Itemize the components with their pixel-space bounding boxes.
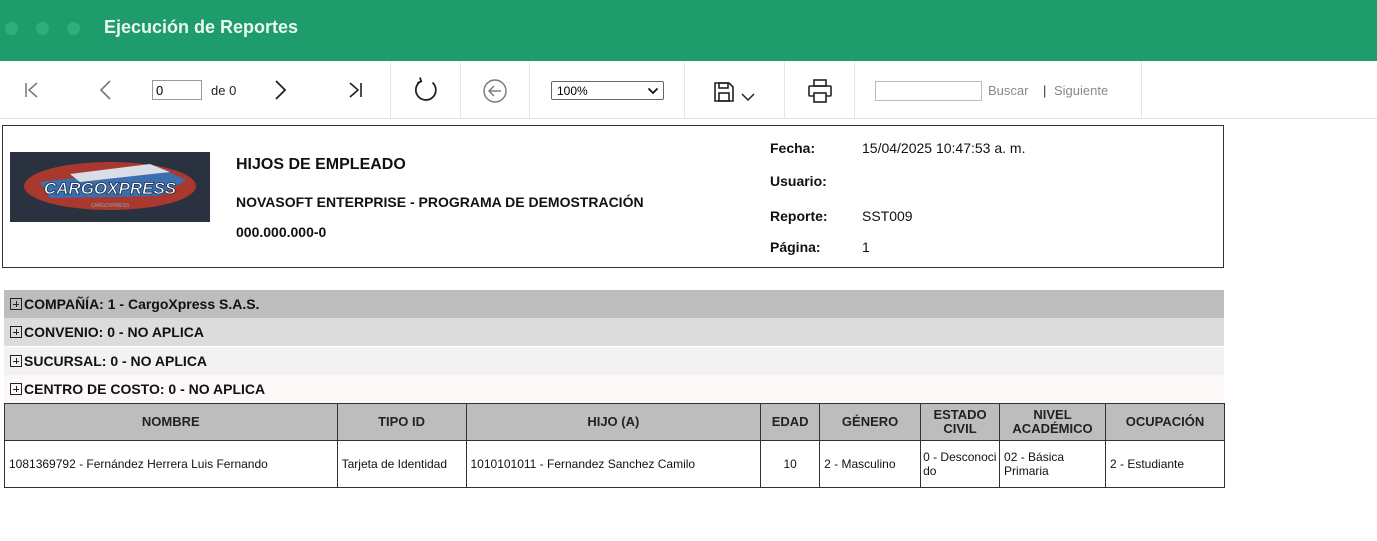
toolbar-divider (684, 61, 685, 118)
expand-plus-icon[interactable] (10, 326, 22, 338)
expand-plus-icon[interactable] (10, 298, 22, 310)
first-page-icon[interactable] (18, 78, 46, 102)
cell-child: 1010101011 - Fernandez Sanchez Camilo (465, 440, 762, 488)
cell-age: 10 (760, 440, 821, 488)
group-cost-center[interactable]: CENTRO DE COSTO: 0 - NO APLICA (4, 375, 1224, 403)
column-header-id-type[interactable]: TIPO ID (336, 403, 467, 441)
report-toolbar: de 0 100% Buscar | Siguiente (0, 61, 1377, 119)
expand-plus-icon[interactable] (10, 383, 22, 395)
search-input[interactable] (875, 81, 982, 101)
company-name: NOVASOFT ENTERPRISE - PROGRAMA DE DEMOST… (236, 194, 644, 210)
refresh-icon[interactable] (410, 75, 442, 105)
column-header-gender[interactable]: GÉNERO (819, 403, 922, 441)
page-count-label: de 0 (211, 83, 237, 98)
table-row[interactable]: 1081369792 - Fernández Herrera Luis Fern… (4, 440, 1225, 488)
company-nit: 000.000.000-0 (236, 224, 327, 240)
title-bar: Ejecución de Reportes (0, 0, 1377, 61)
toolbar-divider (460, 61, 461, 118)
column-header-occupation[interactable]: OCUPACIÓN (1105, 403, 1225, 441)
logo-text: CARGOXPRESS (44, 179, 177, 198)
report-code-label: Reporte: (770, 208, 828, 224)
toolbar-divider (390, 61, 391, 118)
previous-page-icon[interactable] (94, 78, 118, 102)
column-header-child[interactable]: HIJO (A) (465, 403, 762, 441)
group-label: SUCURSAL: 0 - NO APLICA (24, 353, 208, 369)
cell-id-type: Tarjeta de Identidad (336, 440, 467, 488)
children-table: NOMBRE TIPO ID HIJO (A) EDAD GÉNERO ESTA… (4, 403, 1225, 488)
cell-gender: 2 - Masculino (819, 440, 922, 488)
export-save-button[interactable] (708, 78, 760, 106)
back-arrow-icon[interactable] (481, 77, 509, 105)
next-match-link[interactable]: Siguiente (1054, 83, 1108, 98)
print-icon[interactable] (804, 76, 836, 106)
cell-civil-status: 0 - Desconocido (920, 440, 1001, 488)
group-label: CONVENIO: 0 - NO APLICA (24, 324, 204, 340)
page-label: Página: (770, 239, 821, 255)
search-link[interactable]: Buscar (988, 83, 1028, 98)
date-value: 15/04/2025 10:47:53 a. m. (862, 140, 1026, 156)
column-header-academic-level[interactable]: NIVEL ACADÉMICO (999, 403, 1106, 441)
search-separator: | (1043, 83, 1047, 98)
window-dot-icon[interactable] (36, 22, 49, 35)
toolbar-divider (529, 61, 530, 118)
window-title: Ejecución de Reportes (104, 17, 299, 37)
page-number-input[interactable] (152, 80, 202, 100)
window-dot-icon[interactable] (5, 22, 18, 35)
cell-occupation: 2 - Estudiante (1105, 440, 1225, 488)
group-branch[interactable]: SUCURSAL: 0 - NO APLICA (4, 347, 1224, 375)
chevron-down-icon (647, 85, 659, 100)
last-page-icon[interactable] (341, 78, 369, 102)
group-label: CENTRO DE COSTO: 0 - NO APLICA (24, 381, 266, 397)
column-header-name[interactable]: NOMBRE (4, 403, 338, 441)
zoom-value: 100% (557, 83, 588, 98)
user-label: Usuario: (770, 173, 827, 189)
toolbar-divider (1141, 61, 1142, 118)
cell-name: 1081369792 - Fernández Herrera Luis Fern… (4, 440, 338, 488)
group-company[interactable]: COMPAÑÍA: 1 - CargoXpress S.A.S. (4, 290, 1224, 318)
zoom-select[interactable]: 100% (551, 81, 664, 100)
toolbar-divider (784, 61, 785, 118)
page-value: 1 (862, 239, 870, 255)
table-header-row: NOMBRE TIPO ID HIJO (A) EDAD GÉNERO ESTA… (4, 403, 1225, 441)
group-label: COMPAÑÍA: 1 - CargoXpress S.A.S. (24, 296, 260, 312)
date-label: Fecha: (770, 140, 816, 156)
window-dot-icon[interactable] (67, 22, 80, 35)
logo-subtext: CARGOXPRESS (91, 203, 130, 209)
save-icon (714, 82, 734, 102)
column-header-civil-status[interactable]: ESTADO CIVIL (920, 403, 1001, 441)
column-header-age[interactable]: EDAD (760, 403, 821, 441)
toolbar-divider (854, 61, 855, 118)
next-page-icon[interactable] (268, 78, 292, 102)
expand-plus-icon[interactable] (10, 355, 22, 367)
report-title: HIJOS DE EMPLEADO (236, 156, 406, 173)
report-code-value: SST009 (862, 208, 913, 224)
cell-academic-level: 02 - Básica Primaria (999, 440, 1106, 488)
chevron-down-icon (741, 93, 755, 102)
report-header: CARGOXPRESS CARGOXPRESS HIJOS DE EMPLEAD… (2, 125, 1224, 268)
company-logo: CARGOXPRESS CARGOXPRESS (10, 152, 210, 222)
group-agreement[interactable]: CONVENIO: 0 - NO APLICA (4, 318, 1224, 346)
